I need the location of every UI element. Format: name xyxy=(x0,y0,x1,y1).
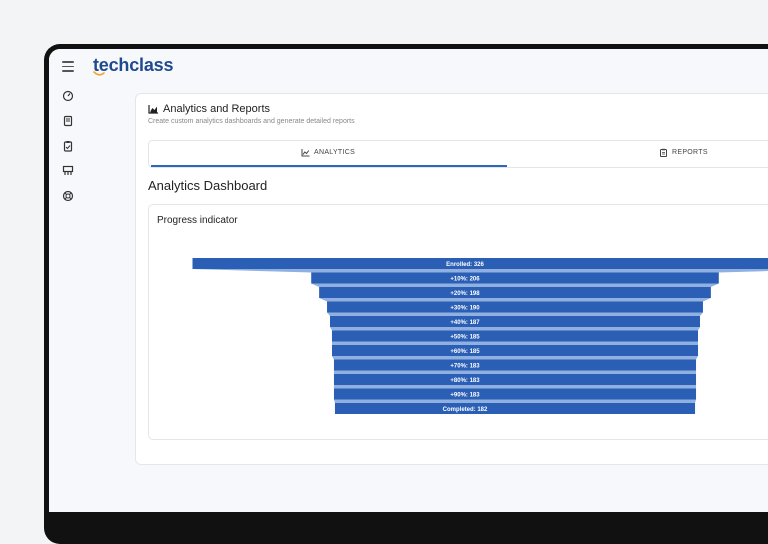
funnel-connector xyxy=(332,342,698,346)
funnel-bar-label: +30%: 190 xyxy=(450,306,480,312)
page-title: Analytics and Reports xyxy=(163,103,270,115)
book-icon[interactable] xyxy=(62,115,74,127)
analytics-reports-card: Analytics and Reports Create custom anal… xyxy=(135,93,768,465)
funnel-bar-label: +60%: 185 xyxy=(450,349,480,355)
clipboard-icon xyxy=(659,148,668,157)
funnel-bar[interactable] xyxy=(330,316,700,327)
funnel-bar[interactable] xyxy=(332,345,698,356)
section-title: Analytics Dashboard xyxy=(148,178,267,193)
org-chart-icon[interactable] xyxy=(62,165,74,177)
funnel-bar[interactable] xyxy=(334,374,696,385)
funnel-connector xyxy=(311,284,719,288)
top-bar: techclass xyxy=(49,49,768,85)
funnel-bar[interactable] xyxy=(334,389,696,400)
tab-reports[interactable]: REPORTS xyxy=(509,141,768,165)
tab-bar: ANALYTICS REPORTS xyxy=(148,140,768,168)
logo-swoosh-icon xyxy=(93,71,105,77)
funnel-connector xyxy=(334,371,696,375)
sidebar xyxy=(49,85,87,512)
funnel-bar[interactable] xyxy=(327,302,703,313)
support-icon[interactable] xyxy=(62,190,74,202)
chart-icon xyxy=(301,148,310,157)
main-content: Analytics and Reports Create custom anal… xyxy=(93,85,768,512)
funnel-bar[interactable] xyxy=(334,360,696,371)
funnel-bar[interactable] xyxy=(332,331,698,342)
funnel-bar[interactable] xyxy=(335,403,695,414)
funnel-bar[interactable] xyxy=(319,287,711,298)
hamburger-menu-icon[interactable] xyxy=(62,61,74,71)
funnel-bar-label: Completed: 182 xyxy=(443,407,488,413)
funnel-bar-label: +90%: 183 xyxy=(450,393,480,399)
funnel-bar-label: Enrolled: 326 xyxy=(446,262,484,268)
page-subtitle: Create custom analytics dashboards and g… xyxy=(148,118,355,125)
funnel-bar-label: +10%: 206 xyxy=(450,277,480,283)
funnel-chart: Enrolled: 326 +10%: 206 +20%: 198 +30%: 190… xyxy=(149,205,768,439)
tab-reports-label: REPORTS xyxy=(672,149,708,156)
chart-icon xyxy=(148,104,159,114)
clipboard-check-icon[interactable] xyxy=(62,140,74,152)
funnel-connector xyxy=(193,269,768,273)
funnel-bar-label: +70%: 183 xyxy=(450,364,480,370)
funnel-connector xyxy=(330,327,700,331)
funnel-bar-label: +50%: 185 xyxy=(450,335,480,341)
tab-analytics[interactable]: ANALYTICS xyxy=(151,141,507,167)
funnel-connector xyxy=(327,313,703,317)
tab-analytics-label: ANALYTICS xyxy=(314,149,355,156)
funnel-connector xyxy=(332,356,698,360)
funnel-bar-label: +80%: 183 xyxy=(450,378,480,384)
dashboard-icon[interactable] xyxy=(62,90,74,102)
funnel-connector xyxy=(334,385,696,389)
progress-chart-card: Enrolled: 326 +10%: 206 +20%: 198 +30%: 190… xyxy=(148,204,768,440)
app-screen: techclass Analytics and Reports Cre xyxy=(49,49,768,512)
chart-title: Progress indicator xyxy=(157,215,238,226)
funnel-bar-label: +20%: 198 xyxy=(450,291,480,297)
funnel-bar[interactable] xyxy=(311,273,719,284)
logo[interactable]: techclass xyxy=(93,55,173,76)
funnel-connector xyxy=(334,400,696,404)
funnel-bar-label: +40%: 187 xyxy=(450,320,480,326)
funnel-connector xyxy=(319,298,711,302)
